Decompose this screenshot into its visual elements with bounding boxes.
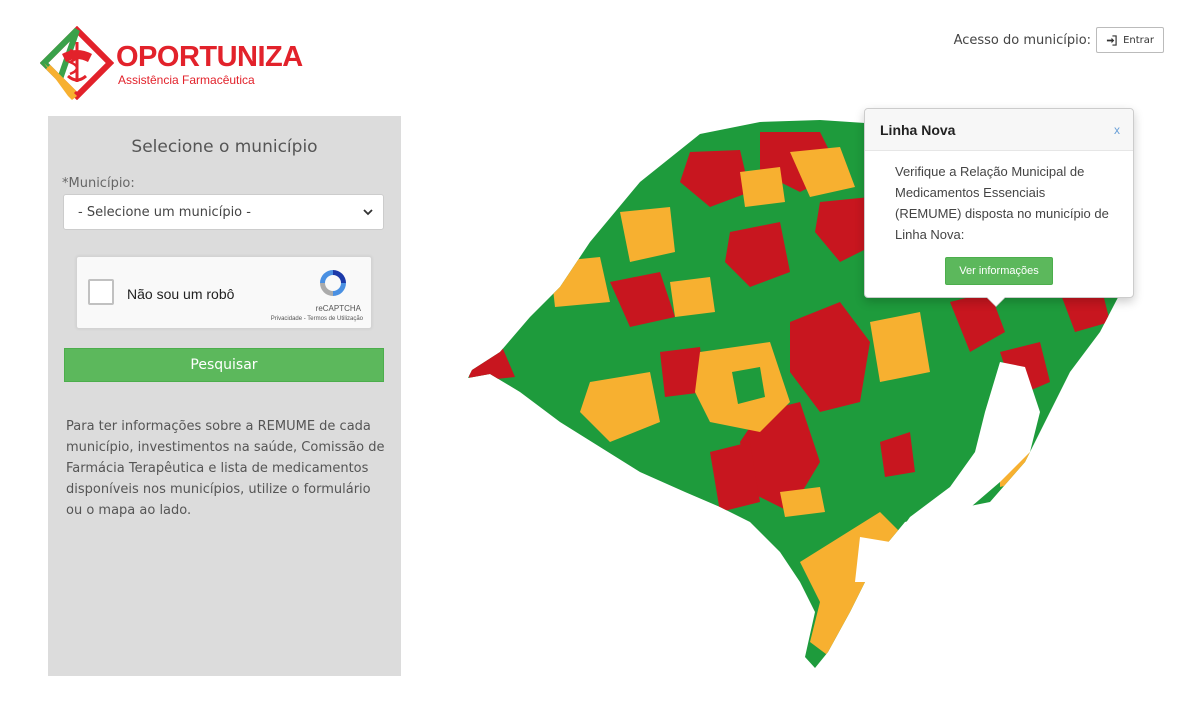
view-info-button[interactable]: Ver informações: [945, 257, 1053, 285]
map-region[interactable]: [670, 277, 715, 317]
lagoon-shape: [855, 537, 890, 582]
recaptcha-icon: [320, 270, 346, 296]
map-region[interactable]: [550, 257, 610, 307]
panel-title: Selecione o município: [131, 137, 318, 157]
access-label: Acesso do município:: [953, 32, 1092, 48]
sign-in-icon: [1106, 34, 1117, 46]
recaptcha-links[interactable]: Privacidade - Termos de Utilização: [271, 316, 363, 322]
popover-arrow: [987, 297, 1005, 306]
popover-title: Linha Nova: [880, 122, 956, 138]
login-button[interactable]: Entrar: [1096, 27, 1164, 53]
search-panel: Selecione o município *Município: - Sele…: [48, 116, 401, 676]
recaptcha-label: Não sou um robô: [127, 286, 235, 302]
municipality-select[interactable]: - Selecione um município -: [63, 194, 384, 230]
brand-name: OPORTUNIZA: [116, 41, 303, 73]
popover-close-button[interactable]: x: [1114, 123, 1120, 137]
municipality-select-value: - Selecione um município -: [78, 204, 251, 220]
map-region[interactable]: [870, 312, 930, 382]
recaptcha-brand: reCAPTCHA: [315, 304, 361, 313]
popover-header: Linha Nova x: [865, 109, 1133, 151]
search-button[interactable]: Pesquisar: [64, 348, 384, 382]
map-region[interactable]: [780, 487, 825, 517]
brand-subtitle: Assistência Farmacêutica: [118, 73, 255, 87]
municipality-label: *Município:: [62, 176, 135, 191]
recaptcha-checkbox[interactable]: [88, 279, 114, 305]
chevron-down-icon: [363, 209, 373, 216]
municipality-popover: Linha Nova x Verifique a Relação Municip…: [864, 108, 1134, 306]
info-text: Para ter informações sobre a REMUME de c…: [66, 419, 385, 518]
popover-body: Verifique a Relação Municipal de Medicam…: [895, 164, 1109, 242]
login-label: Entrar: [1123, 34, 1154, 46]
map-region[interactable]: [740, 167, 785, 207]
recaptcha-widget: Não sou um robô reCAPTCHA Privacidade - …: [76, 256, 372, 329]
municipality-access: Acesso do município: Entrar: [954, 27, 1164, 53]
pharmacy-logo-icon: [40, 26, 114, 100]
brand-logo[interactable]: OPORTUNIZA Assistência Farmacêutica: [40, 26, 310, 100]
